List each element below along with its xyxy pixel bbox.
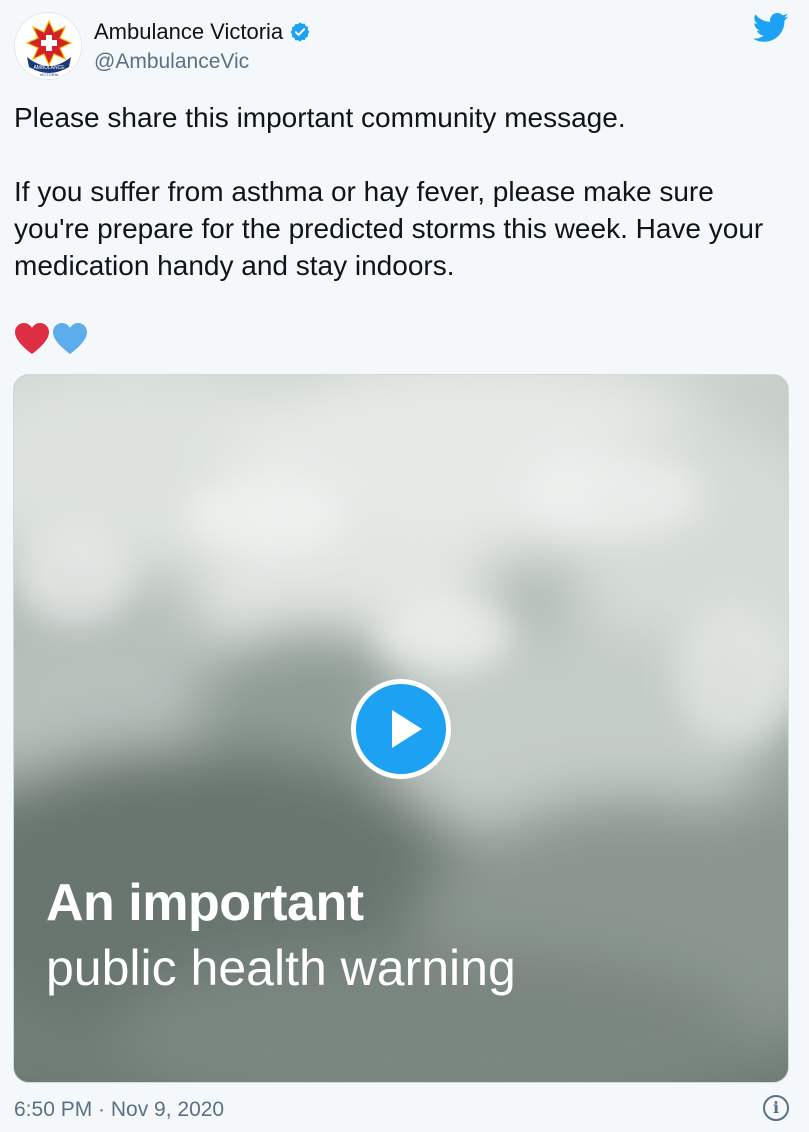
- avatar-logo-subtext: VICTORIA: [40, 72, 59, 77]
- verified-badge-icon: [290, 22, 310, 42]
- red-heart-icon: [15, 323, 49, 354]
- video-player[interactable]: An important public health warning: [13, 374, 789, 1083]
- emoji-row: [14, 322, 88, 358]
- play-button[interactable]: [351, 679, 451, 779]
- info-icon[interactable]: i: [763, 1095, 789, 1121]
- tweet-text: Please share this important community me…: [14, 99, 794, 284]
- tweet-header: AMBULANCE VICTORIA Ambulance Victoria @A…: [14, 12, 795, 82]
- tweet-footer: 6:50 PM · Nov 9, 2020 i: [14, 1095, 795, 1127]
- avatar[interactable]: AMBULANCE VICTORIA: [14, 12, 82, 80]
- play-icon: [392, 710, 422, 748]
- display-name-row[interactable]: Ambulance Victoria: [94, 18, 311, 46]
- video-overlay-subtitle: public health warning: [46, 940, 516, 996]
- avatar-logo-text: AMBULANCE: [33, 65, 65, 71]
- tweet-paragraph-1: Please share this important community me…: [14, 102, 626, 133]
- display-name[interactable]: Ambulance Victoria: [94, 18, 283, 46]
- tweet-timestamp[interactable]: 6:50 PM · Nov 9, 2020: [14, 1098, 224, 1121]
- ambulance-victoria-logo-icon: AMBULANCE VICTORIA: [16, 14, 81, 79]
- account-names: Ambulance Victoria @AmbulanceVic: [94, 18, 311, 76]
- blue-heart-icon: [53, 323, 87, 354]
- twitter-bird-icon[interactable]: [753, 12, 789, 44]
- video-overlay-title: An important: [46, 874, 364, 932]
- account-handle[interactable]: @AmbulanceVic: [94, 48, 311, 76]
- tweet-paragraph-2: If you suffer from asthma or hay fever, …: [14, 176, 764, 281]
